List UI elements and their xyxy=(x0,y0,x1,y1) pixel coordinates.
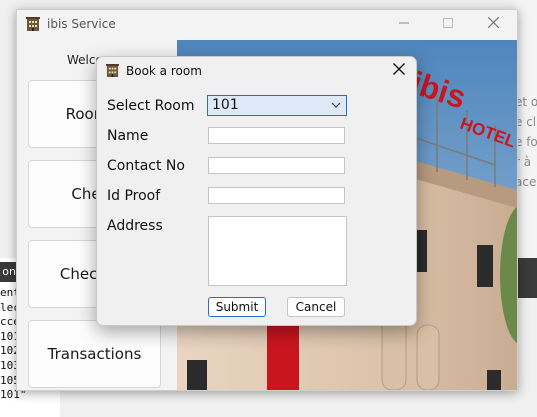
minimize-icon xyxy=(399,22,409,24)
window-close-button[interactable] xyxy=(479,15,507,35)
window-title: ibis Service xyxy=(47,17,116,31)
close-icon xyxy=(393,63,405,75)
dialog-title: Book a room xyxy=(126,64,202,78)
book-room-dialog: Book a room Select Room 101 Name Contact… xyxy=(96,56,417,326)
name-field[interactable] xyxy=(208,127,345,144)
room-select[interactable]: 101 xyxy=(207,95,347,116)
contact-field[interactable] xyxy=(208,157,345,174)
submit-button[interactable]: Submit xyxy=(208,297,266,317)
title-bar: ibis Service xyxy=(17,10,517,40)
minimize-button[interactable] xyxy=(390,15,418,35)
doc-line: e cl xyxy=(515,115,537,129)
id-proof-field[interactable] xyxy=(208,187,345,204)
name-label: Name xyxy=(107,128,149,144)
dialog-close-button[interactable] xyxy=(387,58,411,82)
doc-line: e fo xyxy=(515,135,537,149)
doc-line: acer xyxy=(515,175,537,189)
address-label: Address xyxy=(107,218,163,234)
maximize-button[interactable] xyxy=(434,15,462,35)
contact-label: Contact No xyxy=(107,158,185,174)
room-select-value: 101 xyxy=(212,97,239,113)
app-building-icon xyxy=(26,17,40,31)
id-proof-label: Id Proof xyxy=(107,188,161,204)
close-icon xyxy=(487,16,499,29)
background-panel xyxy=(515,258,537,298)
dialog-building-icon xyxy=(106,64,119,77)
transactions-button[interactable]: Transactions xyxy=(28,320,161,388)
chevron-down-icon xyxy=(331,102,341,108)
background-document: et o e cl e fo r à acer xyxy=(515,0,537,258)
address-field[interactable] xyxy=(208,216,347,286)
maximize-icon xyxy=(443,18,453,28)
cancel-button[interactable]: Cancel xyxy=(287,297,345,317)
editor-tab-label: on xyxy=(0,262,16,282)
select-room-label: Select Room xyxy=(107,98,195,114)
doc-line: et o xyxy=(515,95,537,109)
background-document-text: et o e cl e fo r à acer xyxy=(515,92,537,192)
